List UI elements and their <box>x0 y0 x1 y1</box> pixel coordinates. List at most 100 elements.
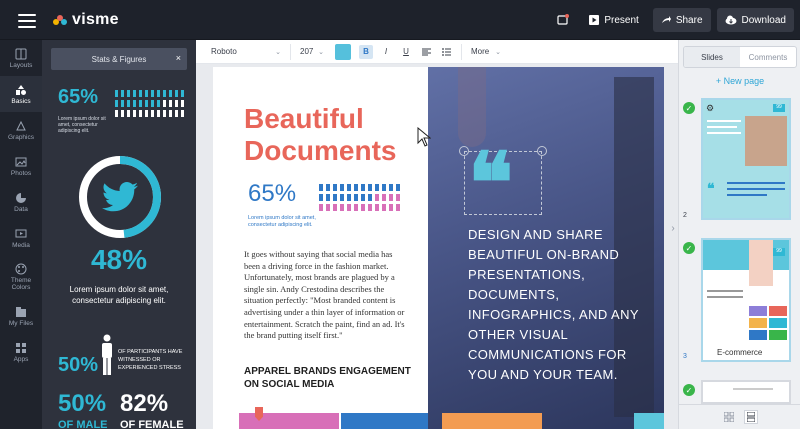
stat-widget-50-participants[interactable]: 50% OF PARTICIPANTS HAVE WITNESSED OR EX… <box>58 334 192 378</box>
checkmark-icon: ✓ <box>683 102 695 114</box>
palette-icon <box>15 263 27 275</box>
social-box-teal[interactable] <box>634 413 664 429</box>
document-title[interactable]: Beautiful Documents <box>244 103 396 167</box>
resize-handle[interactable] <box>537 146 547 156</box>
document-page-right[interactable]: ❝ DESIGN AND SHARE BEAUTIFUL ON-BRAND PR… <box>428 67 664 429</box>
document-tagline[interactable]: DESIGN AND SHARE BEAUTIFUL ON-BRAND PRES… <box>468 225 658 385</box>
share-button[interactable]: Share <box>652 8 711 32</box>
chevron-right-icon[interactable]: › <box>668 218 678 238</box>
underline-button[interactable]: U <box>399 45 413 59</box>
slide-number: 3 <box>683 353 687 360</box>
top-bar: visme Present Share Download <box>0 0 800 40</box>
stat-value-48: 48% <box>90 244 148 275</box>
tab-slides[interactable]: Slides <box>684 47 740 67</box>
font-size-select[interactable]: 207 ⌄ <box>295 44 329 60</box>
photos-icon <box>15 157 27 166</box>
stat-value-male: 50% <box>58 390 107 417</box>
stat-widget-65[interactable]: 65% Lorem ipsum dolor sit amet, consecte… <box>58 86 188 134</box>
slide-badge: 99 <box>773 104 785 112</box>
social-box-pink[interactable] <box>239 413 339 429</box>
slide-tile <box>769 330 787 340</box>
more-options-select[interactable]: More ⌄ <box>466 44 506 60</box>
bullet-list-icon[interactable] <box>439 45 453 59</box>
cloud-download-icon <box>725 15 737 25</box>
slide-tile <box>749 318 767 328</box>
stat-label-male: OF MALE <box>58 419 108 429</box>
rail-label: Apps <box>13 355 29 363</box>
bold-button[interactable]: B <box>359 44 373 59</box>
rail-item-apps[interactable]: Apps <box>0 334 42 370</box>
brand-name: visme <box>72 11 119 28</box>
social-box-orange[interactable] <box>442 413 542 429</box>
rail-item-graphics[interactable]: Graphics <box>0 112 42 148</box>
rail-item-photos[interactable]: Photos <box>0 148 42 184</box>
download-button[interactable]: Download <box>716 8 794 32</box>
toolbar-divider <box>461 43 462 60</box>
rail-label: Theme Colors <box>10 277 32 291</box>
slide-thumbnail-3[interactable]: 99 E-commerce <box>701 238 791 362</box>
mouse-cursor-icon <box>417 127 431 147</box>
rail-item-layouts[interactable]: Layouts <box>0 40 42 76</box>
slide-photo <box>749 240 773 286</box>
files-icon <box>16 306 26 317</box>
slide-line <box>707 290 743 292</box>
rail-label: Photos <box>10 169 32 177</box>
slide-tile <box>749 306 767 316</box>
present-label: Present <box>604 14 639 26</box>
close-icon[interactable]: × <box>176 53 181 63</box>
slide-thumbnail-4[interactable] <box>701 380 791 404</box>
text-color-swatch[interactable] <box>335 43 351 60</box>
social-box-blue[interactable] <box>341 413 441 429</box>
list-view-icon[interactable] <box>744 410 758 424</box>
stat-value-female: 82% <box>120 390 169 417</box>
rail-item-my-files[interactable]: My Files <box>0 298 42 334</box>
hamburger-menu-icon[interactable] <box>18 14 36 28</box>
quote-mark-icon: ❝ <box>707 180 715 196</box>
rail-label: Layouts <box>9 61 33 69</box>
toolbar-divider <box>290 43 291 60</box>
data-icon <box>16 192 26 203</box>
document-page-left[interactable]: Beautiful Documents 65% Lorem ipsum dolo… <box>213 67 441 429</box>
slide-line <box>727 188 785 190</box>
editor-canvas[interactable]: Beautiful Documents 65% Lorem ipsum dolo… <box>196 64 678 429</box>
slide-badge: 99 <box>773 248 785 256</box>
slide-tile <box>769 306 787 316</box>
rail-item-data[interactable]: Data <box>0 184 42 220</box>
document-body[interactable]: It goes without saying that social media… <box>244 249 408 342</box>
stat-widget-male-female[interactable]: 50% 82% OF MALE OF FEMALE <box>58 390 192 429</box>
doc-stat-text: Lorem ipsum dolor sit amet, consectetur … <box>248 215 316 228</box>
stat-widget-twitter-ring[interactable] <box>75 152 165 242</box>
stat-label-female: OF FEMALE <box>120 419 184 429</box>
share-label: Share <box>675 14 703 26</box>
checkmark-icon: ✓ <box>683 384 695 396</box>
rail-item-theme-colors[interactable]: Theme Colors <box>0 256 42 298</box>
new-page-button[interactable]: + New page <box>679 76 800 86</box>
font-family-select[interactable]: Roboto ⌄ <box>206 44 286 60</box>
rail-label: Media <box>12 241 30 249</box>
present-button[interactable]: Present <box>581 8 646 32</box>
slide-photo <box>745 116 787 166</box>
font-family-value: Roboto <box>211 47 237 56</box>
grid-view-icon[interactable] <box>722 410 736 424</box>
document-subheading[interactable]: APPAREL BRANDS ENGAGEMENT ON SOCIAL MEDI… <box>244 365 414 391</box>
italic-button[interactable]: I <box>379 45 393 59</box>
share-icon <box>661 16 671 23</box>
gear-icon[interactable]: ⚙ <box>706 103 716 113</box>
panel-tab-stats-figures[interactable]: Stats & Figures × <box>51 48 187 70</box>
quote-mark-icon: ❝ <box>468 133 514 232</box>
visme-logo[interactable]: visme <box>52 11 119 29</box>
tab-comments[interactable]: Comments <box>740 47 796 67</box>
slides-panel: Slides Comments + New page ✓ ⚙ 99 ❝ 2 ✓ … <box>678 40 800 429</box>
stat-value: 50% <box>58 354 99 376</box>
app-window: visme Present Share Download Layouts Bas… <box>0 0 800 429</box>
stat-value: 65% <box>58 86 99 108</box>
align-left-icon[interactable] <box>419 45 433 59</box>
rail-item-media[interactable]: Media <box>0 220 42 256</box>
chevron-down-icon: ⌄ <box>495 48 501 56</box>
visme-logo-icon <box>53 15 67 25</box>
slide-thumbnail-2[interactable]: ⚙ 99 ❝ <box>701 98 791 220</box>
notifications-icon[interactable] <box>551 8 575 32</box>
chevron-down-icon: ⌄ <box>275 48 281 56</box>
slide-line <box>727 182 785 184</box>
rail-item-basics[interactable]: Basics <box>0 76 42 112</box>
